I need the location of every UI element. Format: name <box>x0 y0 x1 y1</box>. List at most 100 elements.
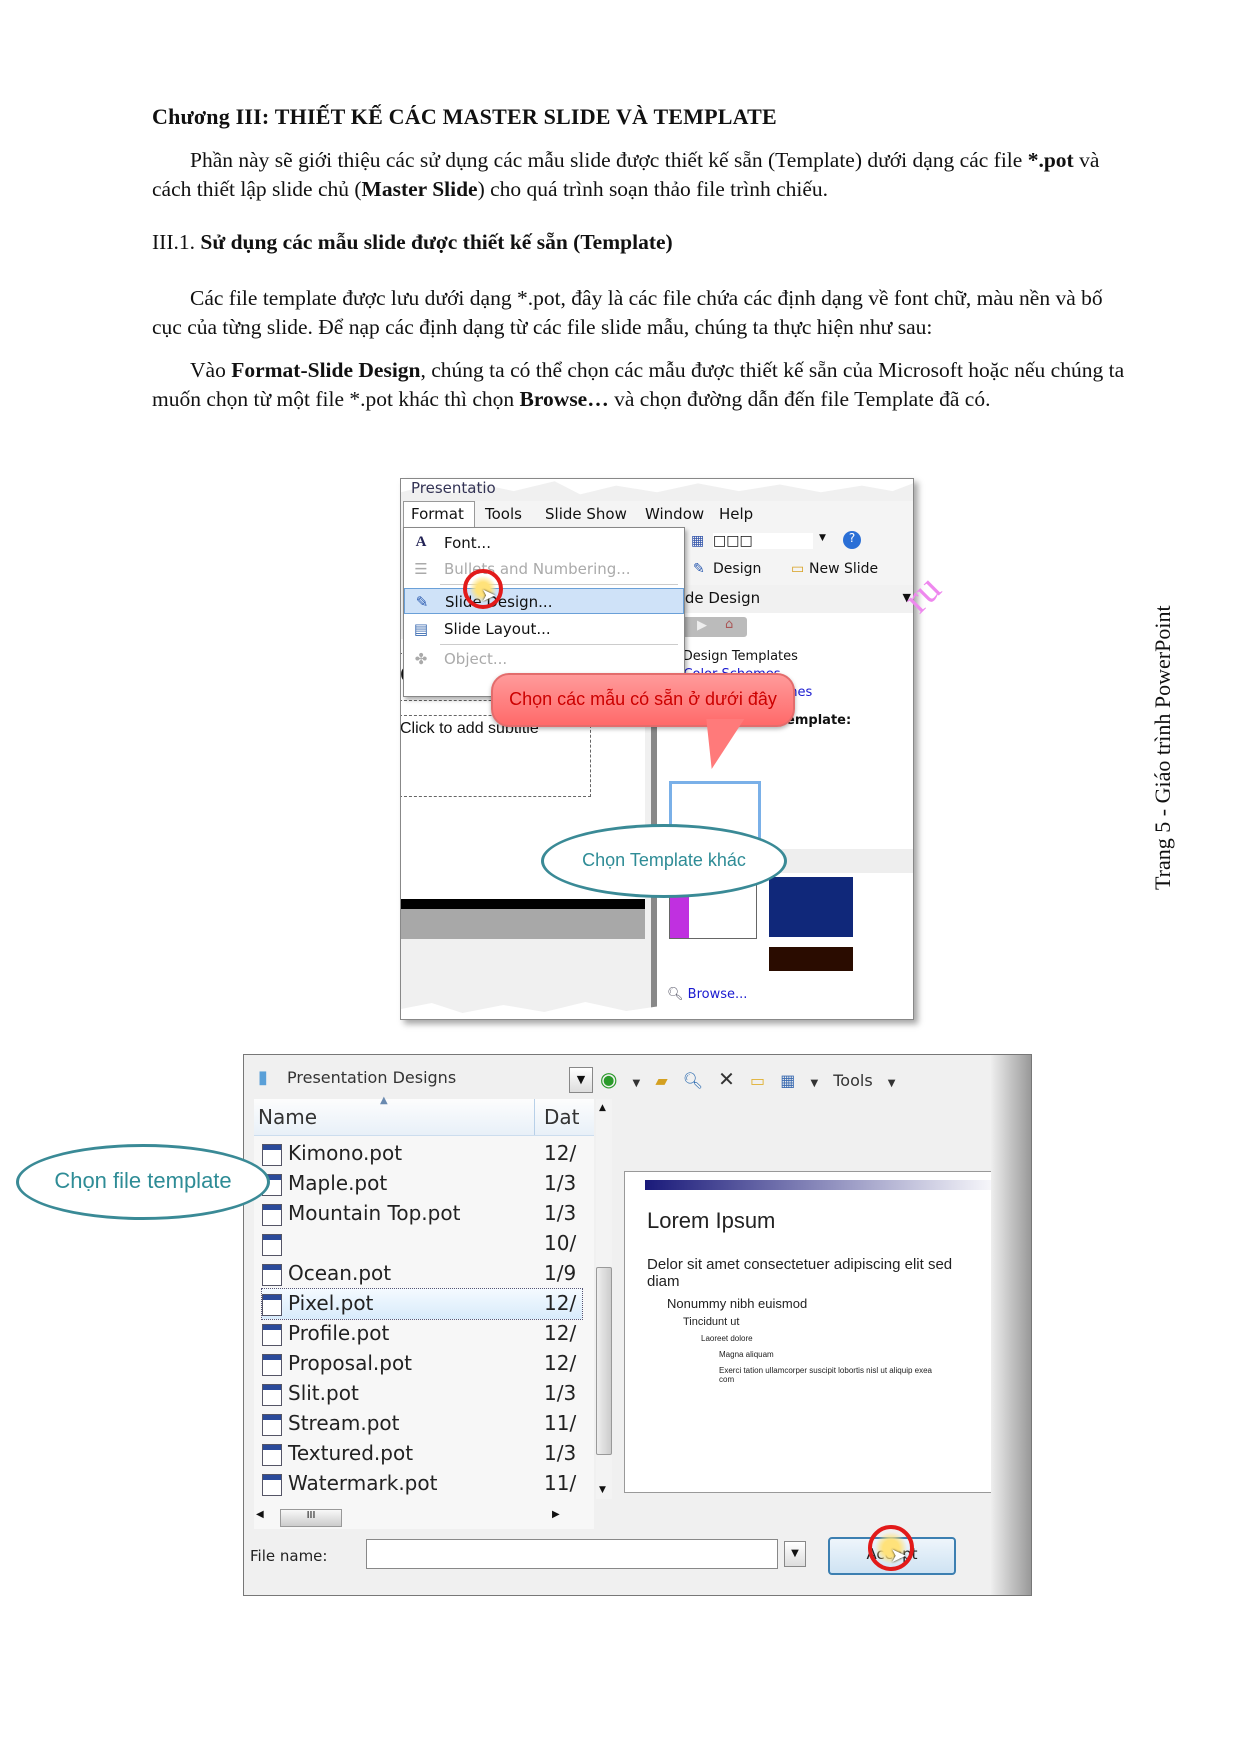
preview-title: Lorem Ipsum <box>647 1208 776 1233</box>
file-row[interactable]: Textured.pot 1/3 <box>262 1439 582 1469</box>
scroll-left-icon[interactable]: ◀ <box>256 1509 264 1520</box>
home-icon[interactable]: ⌂ <box>725 617 733 632</box>
template-file-icon <box>262 1354 282 1376</box>
format-menu: A Font... ☰ Bullets and Numbering... ✎ S… <box>403 527 685 697</box>
browse-link[interactable]: 🔍︎ Browse... <box>667 987 747 1002</box>
column-name[interactable]: Name <box>258 1105 317 1129</box>
task-pane-header: Slide Design ▼ <box>657 585 913 613</box>
file-row[interactable]: Watermark.pot 11/ <box>262 1469 582 1499</box>
scroll-right-icon[interactable]: ▶ <box>552 1509 560 1520</box>
format-paragraph: Vào Format-Slide Design, chúng ta có thể… <box>152 356 1132 414</box>
dialog-shadow-edge <box>991 1055 1031 1595</box>
help-icon[interactable]: ? <box>843 531 861 549</box>
file-name: Kimono.pot <box>288 1141 403 1165</box>
chevron-down-icon[interactable]: ▼ <box>784 1541 806 1567</box>
new-slide-icon: ▭ <box>791 561 805 577</box>
file-row[interactable]: Stream.pot 11/ <box>262 1409 582 1439</box>
tools-menu[interactable]: Tools <box>833 1071 872 1090</box>
subtitle-placeholder[interactable]: Click to add subtitle <box>401 715 591 797</box>
new-slide-button[interactable]: New Slide <box>809 561 878 577</box>
design-templates-link[interactable]: ❐ Design Templates <box>667 649 798 664</box>
menu-window[interactable]: Window <box>645 505 704 523</box>
file-row[interactable]: Profile.pot 12/ <box>262 1319 582 1349</box>
browse-icon: 🔍︎ <box>667 987 684 1002</box>
template-thumbnail[interactable] <box>769 947 853 971</box>
menu-item-bullets[interactable]: ☰ Bullets and Numbering... <box>404 556 684 582</box>
font-box[interactable]: □□□ <box>713 533 813 549</box>
template-thumbnail[interactable] <box>769 877 853 937</box>
design-button[interactable]: Design <box>713 561 761 577</box>
scroll-thumb[interactable] <box>596 1267 612 1455</box>
file-row[interactable]: Mountain Top.pot 1/3 <box>262 1199 582 1229</box>
menu-item-slide-design[interactable]: ✎ Slide Design... <box>404 588 684 614</box>
preview-bullet-2: Nonummy nibh euismod <box>667 1296 808 1311</box>
file-row[interactable]: Proposal.pot 12/ <box>262 1349 582 1379</box>
scroll-up-icon[interactable]: ▲ <box>599 1103 606 1113</box>
menu-format[interactable]: Format <box>411 505 464 523</box>
up-folder-icon[interactable]: ▰ <box>655 1071 667 1090</box>
file-row[interactable]: Slit.pot 1/3 <box>262 1379 582 1409</box>
menu-item-label: Font... <box>444 534 491 552</box>
file-row[interactable]: 10/ <box>262 1229 582 1259</box>
back-icon[interactable]: ◉ <box>600 1067 617 1091</box>
bullets-icon: ☰ <box>414 560 428 578</box>
file-date: 1/3 <box>544 1381 577 1405</box>
horizontal-scroll-thumb[interactable]: III <box>280 1509 342 1527</box>
file-row[interactable]: Pixel.pot 12/ <box>261 1288 583 1320</box>
menu-bar: Format Tools Slide Show Window Help <box>401 501 913 528</box>
file-name: Stream.pot <box>288 1411 400 1435</box>
file-row[interactable]: Kimono.pot 12/ <box>262 1139 582 1169</box>
menu-item-font[interactable]: A Font... <box>404 530 684 556</box>
side-footer: Trang 5 - Giáo trình PowerPoint <box>1150 605 1175 890</box>
window-title: Presentatio <box>411 479 496 497</box>
template-file-icon <box>262 1324 282 1346</box>
scroll-down-icon[interactable]: ▼ <box>599 1485 606 1495</box>
design-icon: ✎ <box>693 561 705 577</box>
delete-icon[interactable]: ✕ <box>718 1067 735 1091</box>
slide-layout-icon: ▤ <box>413 620 429 638</box>
list-header: Name ▲ Dat <box>254 1095 594 1136</box>
file-name-input[interactable] <box>366 1539 778 1569</box>
views-icon[interactable]: ▦ <box>780 1071 795 1090</box>
toolbar: ▦ □□□ ▼ ? ✎ Design ▭ New Slide <box>683 527 913 587</box>
file-date: 12/ <box>544 1351 577 1375</box>
chevron-down-icon[interactable]: ▼ <box>569 1067 593 1093</box>
file-row[interactable]: Maple.pot 1/3 <box>262 1169 582 1199</box>
menu-item-label: Object... <box>444 650 508 668</box>
chevron-down-icon[interactable]: ▼ <box>888 1078 896 1089</box>
forward-icon[interactable]: ▶ <box>697 618 707 633</box>
dialog-toolbar: ◉ ▼ ▰ 🔍︎ ✕ ▭ ▦ ▼ Tools ▼ <box>600 1067 905 1095</box>
menu-tools[interactable]: Tools <box>485 505 522 523</box>
chevron-down-icon[interactable]: ▼ <box>633 1078 641 1089</box>
cloud-callout: Chọn file template <box>16 1144 270 1220</box>
chevron-down-icon[interactable]: ▼ <box>810 1078 818 1089</box>
folder-icon: ▮ <box>258 1067 268 1088</box>
file-date: 12/ <box>544 1291 577 1315</box>
task-pane: Slide Design ▼ ◀ ▶ ⌂ ❐ Design Templates … <box>651 585 913 1019</box>
notes-divider <box>401 909 645 939</box>
cloud-callout: Chọn Template khác <box>541 824 787 898</box>
template-file-icon <box>262 1264 282 1286</box>
preview-bullet-3: Tincidunt ut <box>683 1316 740 1328</box>
column-divider <box>534 1099 535 1135</box>
menu-slide-show[interactable]: Slide Show <box>545 505 627 523</box>
location-box[interactable]: ▮ Presentation Designs <box>258 1067 580 1095</box>
menu-item-slide-layout[interactable]: ▤ Slide Layout... <box>404 616 684 642</box>
menu-help[interactable]: Help <box>719 505 753 523</box>
link-label: Design Templates <box>682 649 798 664</box>
file-row[interactable]: Ocean.pot 1/9 <box>262 1259 582 1289</box>
new-folder-icon[interactable]: ▭ <box>750 1071 765 1090</box>
column-date[interactable]: Dat <box>544 1105 580 1129</box>
file-name: Slit.pot <box>288 1381 359 1405</box>
file-date: 1/9 <box>544 1261 577 1285</box>
chevron-down-icon[interactable]: ▼ <box>819 533 826 543</box>
bold-text: Browse… <box>519 387 609 411</box>
menu-item-object[interactable]: ✤ Object... <box>404 646 684 672</box>
file-list: Name ▲ Dat Kimono.pot 12/Maple.pot 1/3 Moun… <box>254 1095 594 1529</box>
callout-bubble: Chọn các mẫu có sẵn ở dưới đây <box>491 673 795 727</box>
object-icon: ✤ <box>414 650 428 668</box>
search-web-icon[interactable]: 🔍︎ <box>683 1071 703 1090</box>
template-file-icon <box>262 1444 282 1466</box>
chapter-heading: Chương III: THIẾT KẾ CÁC MASTER SLIDE VÀ… <box>152 104 777 129</box>
location-text: Presentation Designs <box>287 1068 457 1087</box>
